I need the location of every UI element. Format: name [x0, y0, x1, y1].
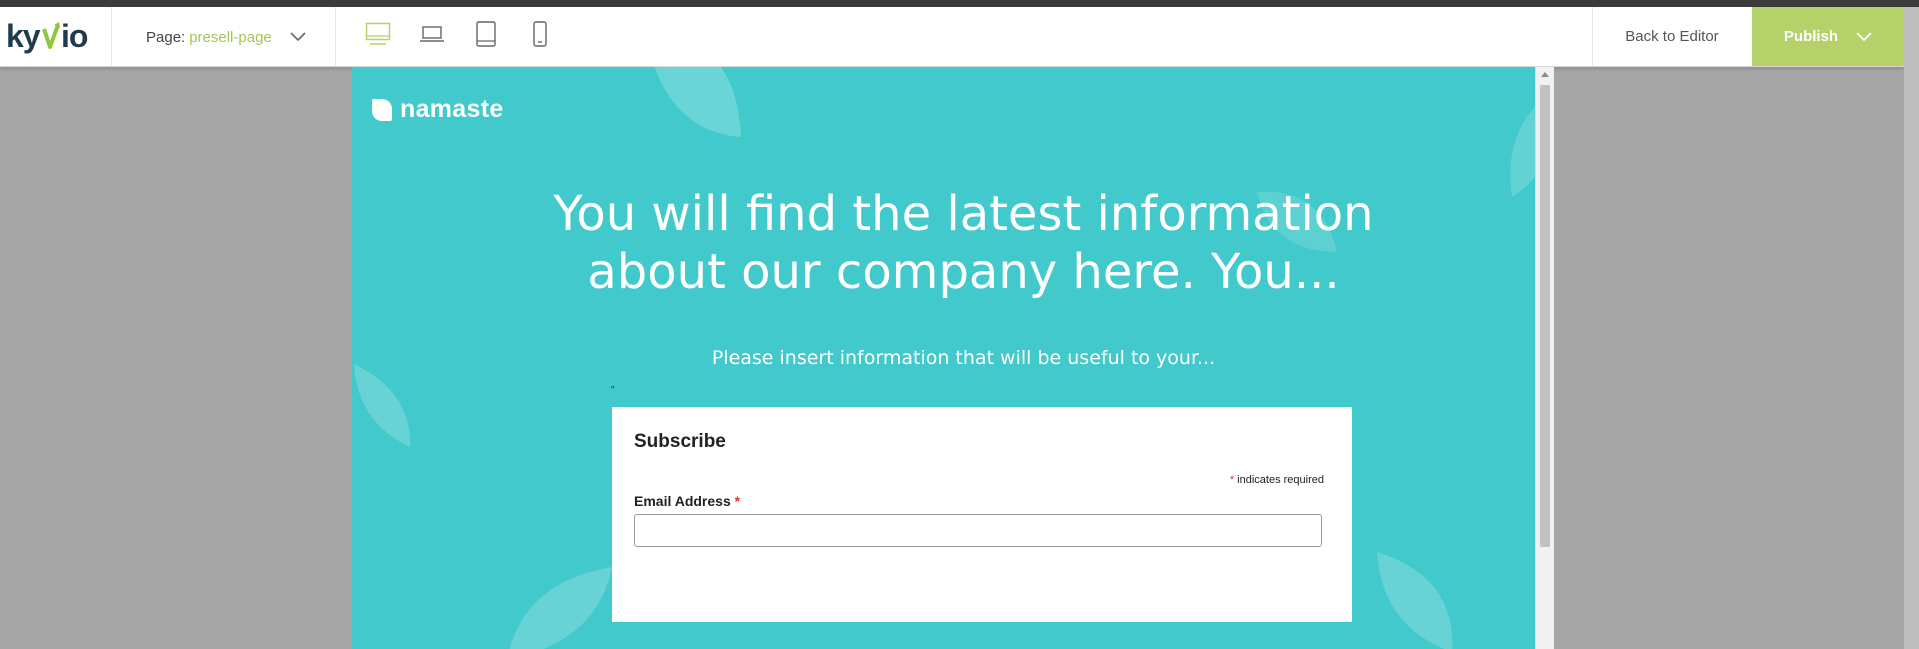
leaf-decoration: [1377, 552, 1453, 649]
required-note-text: indicates required: [1237, 474, 1324, 486]
subscribe-form: Subscribe * indicates required Email Add…: [612, 407, 1352, 622]
required-star: *: [734, 493, 741, 509]
svg-text:io: io: [61, 18, 88, 54]
scroll-thumb[interactable]: [1540, 85, 1550, 547]
page-preview-canvas: namaste You will find the latest informa…: [352, 67, 1535, 649]
scroll-up-icon[interactable]: [1541, 72, 1549, 77]
editor-toolbar: ky io Page: presell-page Back to Editor …: [0, 7, 1904, 67]
brand-logo: namaste: [372, 95, 504, 124]
mobile-icon: [533, 21, 547, 47]
leaf-decoration: [1510, 106, 1535, 197]
leaf-decoration: [354, 364, 411, 447]
email-field[interactable]: [634, 514, 1322, 547]
device-mobile-button[interactable]: [524, 19, 556, 49]
required-star: *: [1229, 474, 1235, 486]
stray-character: ": [611, 385, 615, 396]
chevron-down-icon: [1856, 31, 1872, 41]
form-title: Subscribe: [634, 431, 726, 452]
device-laptop-button[interactable]: [416, 19, 448, 49]
preview-scrollbar[interactable]: [1535, 67, 1554, 649]
email-label: Email Address *: [634, 493, 740, 509]
tablet-icon: [476, 21, 496, 47]
divider: [111, 7, 112, 66]
page-selector[interactable]: Page: presell-page: [146, 26, 306, 48]
required-note: * indicates required: [1230, 474, 1324, 486]
kyvio-logo: ky io: [6, 18, 89, 54]
page-headline: You will find the latest information abo…: [553, 186, 1374, 300]
device-tablet-button[interactable]: [470, 19, 502, 49]
desktop-icon: [365, 22, 391, 45]
page-selector-name: presell-page: [189, 28, 272, 46]
page-selector-prefix: Page:: [146, 28, 186, 46]
leaf-decoration: [654, 67, 741, 137]
device-desktop-button[interactable]: [362, 19, 394, 49]
svg-text:ky: ky: [6, 18, 41, 54]
brand-name: namaste: [400, 95, 504, 123]
laptop-icon: [420, 26, 444, 42]
leaf-decoration: [509, 567, 612, 649]
window-edge: [1904, 7, 1919, 649]
email-label-text: Email Address: [634, 493, 731, 509]
publish-label: Publish: [1783, 28, 1839, 45]
chevron-down-icon: [290, 32, 306, 42]
window-top-strip: [0, 0, 1919, 7]
publish-button[interactable]: Publish: [1752, 7, 1904, 66]
brand-mark-icon: [372, 98, 392, 121]
page-subheadline: Please insert information that will be u…: [711, 347, 1216, 369]
back-to-editor-button[interactable]: Back to Editor: [1592, 7, 1752, 66]
divider: [335, 7, 336, 66]
